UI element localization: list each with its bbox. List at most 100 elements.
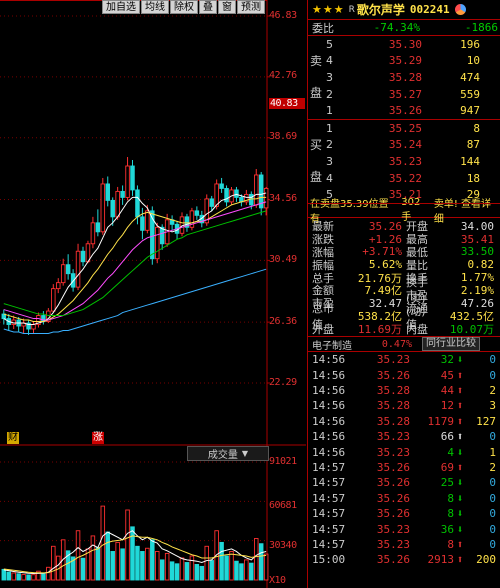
candle-down	[65, 264, 71, 275]
candle-up	[125, 165, 130, 198]
volume-bar	[219, 541, 224, 581]
sell-order-row[interactable]: 1 35.26 947	[308, 102, 500, 119]
order-price: 35.25	[388, 121, 422, 135]
tick-price: 35.26	[376, 461, 410, 475]
stock-name: 歌尔声学	[356, 3, 405, 17]
kline-chart-area[interactable]: 加自选 均线 除权 叠 窗 预测 46.83 42.76 40.83 38.69…	[0, 0, 306, 588]
tick-row[interactable]: 14:57 35.26 69 ⬆ 2	[308, 460, 500, 475]
tick-row[interactable]: 14:57 35.23 8 ⬆ 0	[308, 537, 500, 552]
volume-bar	[229, 551, 234, 581]
tick-row[interactable]: 14:57 35.26 25 ⬇ 0	[308, 475, 500, 490]
tick-time: 14:57	[312, 476, 346, 490]
window-button[interactable]: 窗	[218, 0, 236, 14]
tick-volume: 66	[440, 430, 454, 444]
buy-order-row[interactable]: 4 35.22 18	[308, 170, 500, 187]
quote-panel: ★★★ R 歌尔声学 002241 委比 -74.34% -1866 卖 盘 5…	[307, 0, 500, 588]
stock-title-row[interactable]: ★★★ R 歌尔声学 002241	[308, 0, 500, 20]
candle-down	[120, 190, 125, 198]
overlay-button[interactable]: 叠	[199, 0, 217, 14]
tick-row[interactable]: 14:57 35.23 36 ⬇ 0	[308, 521, 500, 536]
buy-order-row[interactable]: 2 35.24 87	[308, 137, 500, 154]
volume-bar	[125, 509, 130, 581]
volume-bar	[154, 551, 160, 581]
tick-row[interactable]: 14:56 35.28 12 ⬆ 3	[308, 398, 500, 413]
tick-volume: 8	[447, 507, 454, 521]
tick-time: 14:56	[312, 399, 346, 413]
tick-volume: 45	[440, 368, 454, 382]
tick-row[interactable]: 15:00 35.26 2913 ⬆ 200	[308, 552, 500, 567]
tick-count: 0	[489, 537, 496, 551]
quote-value: +1.26	[368, 232, 402, 246]
tick-row[interactable]: 14:56 35.23 4 ⬇ 1	[308, 444, 500, 459]
quote-value: 1.77%	[460, 271, 494, 285]
sell-order-row[interactable]: 3 35.28 474	[308, 69, 500, 86]
tick-row[interactable]: 14:56 35.23 66 ⬆ 0	[308, 429, 500, 444]
order-level: 1	[326, 104, 333, 118]
tick-row[interactable]: 14:57 35.26 8 ⬇ 0	[308, 506, 500, 521]
tick-row[interactable]: 14:56 35.28 44 ⬆ 2	[308, 383, 500, 398]
tick-row[interactable]: 14:57 35.26 8 ⬇ 0	[308, 491, 500, 506]
tick-count: 200	[476, 553, 496, 567]
kline-chart[interactable]	[0, 0, 306, 588]
up-arrow-icon: ⬆	[456, 414, 464, 428]
volume-bar	[26, 574, 31, 581]
volume-bar	[179, 557, 185, 581]
volume-unit-label: X10	[269, 575, 286, 586]
tick-time: 14:57	[312, 537, 346, 551]
ex-rights-button[interactable]: 除权	[170, 0, 198, 14]
industry-change: 0.47%	[381, 338, 412, 350]
sell-order-row[interactable]: 4 35.29 10	[308, 53, 500, 70]
sell-order-row[interactable]: 2 35.27 559	[308, 86, 500, 103]
candle-up	[51, 288, 56, 312]
volume-bar	[145, 547, 150, 581]
candle-up	[145, 210, 150, 231]
price-axis-tick: 26.36	[269, 316, 297, 327]
order-price: 35.24	[388, 138, 422, 152]
tick-time: 14:57	[312, 507, 346, 521]
large-order-alert[interactable]: 在卖盘35.39位置有 302手 卖单! 查看详细	[308, 197, 500, 225]
buy-order-row[interactable]: 3 35.23 144	[308, 153, 500, 170]
volume-bar	[95, 547, 101, 581]
tick-price: 35.26	[376, 553, 410, 567]
down-arrow-icon: ⬇	[456, 445, 464, 459]
tick-list[interactable]: 14:56 35.23 32 ⬇ 0 14:56 35.26 45 ⬆ 0 14:56 35.28 44…	[308, 352, 500, 567]
tick-count: 2	[489, 461, 496, 475]
order-price: 35.22	[388, 171, 422, 185]
up-arrow-icon: ⬆	[456, 384, 464, 398]
tick-row[interactable]: 14:56 35.28 1179 ⬆ 127	[308, 414, 500, 429]
volume-axis-tick: 30340	[269, 540, 297, 551]
volume-bar	[41, 572, 46, 581]
volume-bar	[90, 535, 96, 581]
add-watchlist-button[interactable]: 加自选	[102, 0, 140, 14]
industry-compare-button[interactable]: 同行业比较	[422, 337, 480, 352]
tick-volume: 1179	[427, 414, 455, 428]
volume-axis-tick: 60681	[269, 500, 297, 511]
tick-row[interactable]: 14:56 35.26 45 ⬆ 0	[308, 368, 500, 383]
tick-row[interactable]: 14:56 35.23 32 ⬇ 0	[308, 352, 500, 367]
price-axis-tick: 42.76	[269, 70, 297, 81]
moving-average-line	[3, 192, 267, 326]
quote-value: +3.71%	[362, 245, 402, 259]
forecast-button[interactable]: 预测	[237, 0, 265, 14]
limit-up-marker[interactable]: 涨	[92, 432, 104, 444]
volume-indicator-tab[interactable]: 成交量 ▼	[187, 446, 269, 461]
volume-bar	[184, 562, 190, 581]
candle-up	[56, 282, 61, 290]
volume-bar	[194, 563, 200, 581]
tick-count: 2	[489, 384, 496, 398]
finance-event-marker[interactable]: 财	[7, 432, 19, 444]
tick-count: 0	[489, 368, 496, 382]
weibi-ratio: -74.34%	[373, 21, 420, 34]
tick-volume: 25	[440, 476, 454, 490]
order-volume: 8	[473, 121, 480, 135]
buy-order-row[interactable]: 5 35.21 29	[308, 186, 500, 203]
candle-down	[194, 210, 200, 216]
sell-order-row[interactable]: 5 35.30 196	[308, 36, 500, 53]
tick-count: 0	[489, 522, 496, 536]
buy-order-row[interactable]: 1 35.25 8	[308, 120, 500, 137]
volume-bar	[258, 543, 264, 581]
quote-value: 35.26	[368, 219, 402, 233]
moving-average-button[interactable]: 均线	[141, 0, 169, 14]
tick-volume: 12	[440, 399, 454, 413]
volume-bar	[75, 530, 81, 581]
